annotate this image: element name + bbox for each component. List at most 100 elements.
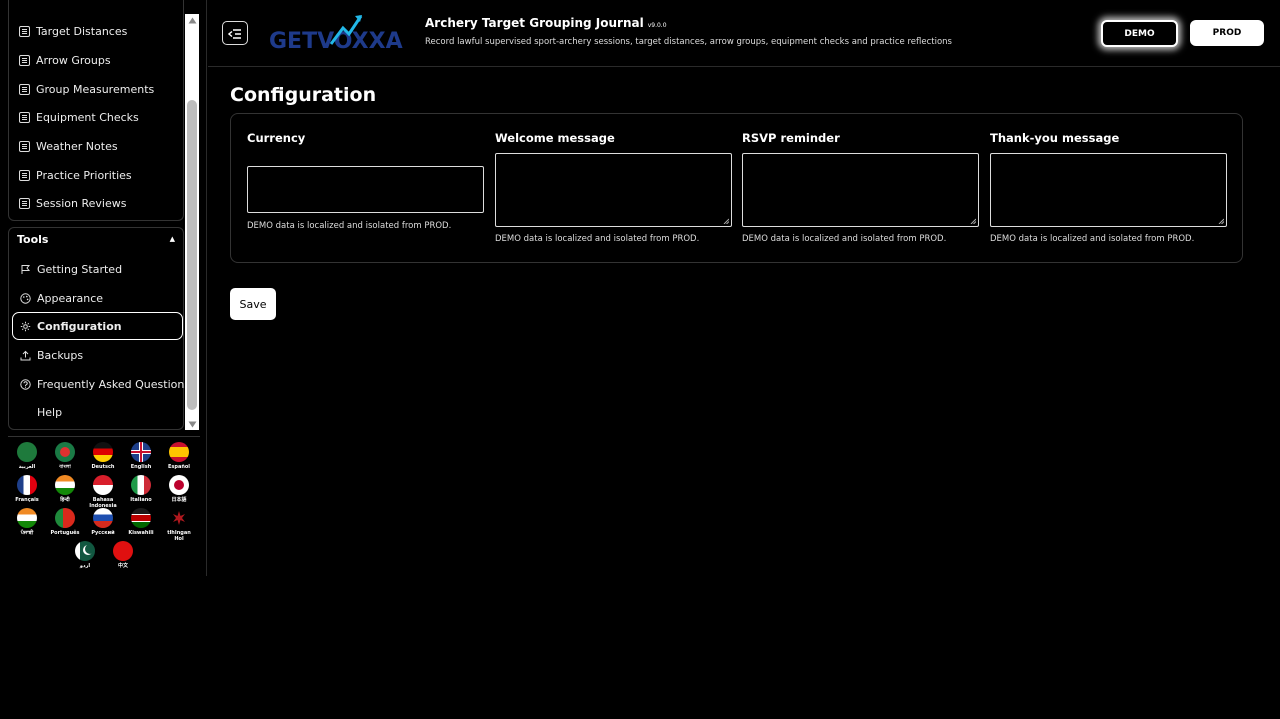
upload-icon [19,349,31,361]
caret-up-icon: ▲ [169,235,175,243]
list-icon [18,54,30,66]
flag-fr-icon [17,475,37,495]
language-german[interactable]: Deutsch [88,442,118,470]
resize-grip-icon[interactable] [723,218,729,224]
tools-item-backups[interactable]: Backups [19,343,83,367]
language-russian[interactable]: Русский [88,508,118,536]
language-hindi[interactable]: हिन्दी [50,475,80,503]
env-prod-button[interactable]: PROD [1190,20,1264,46]
flag-cn-icon [113,541,133,561]
env-demo-button[interactable]: DEMO [1101,20,1178,47]
list-icon [18,169,30,181]
language-spanish[interactable]: Español [164,442,194,470]
palette-icon [19,292,31,304]
language-portuguese[interactable]: Português [50,508,80,536]
language-swahili[interactable]: Kiswahili [126,508,156,536]
flag-pt-icon [55,508,75,528]
tools-item-label: Configuration [37,319,122,333]
app-description: Record lawful supervised sport-archery s… [425,37,952,47]
tools-item-getting-started[interactable]: Getting Started [19,257,122,281]
currency-label: Currency [247,131,306,145]
tools-item-faq[interactable]: Frequently Asked Questions [19,372,190,396]
tools-item-appearance[interactable]: Appearance [19,286,103,310]
tools-heading: Tools [17,233,49,246]
flag-in-icon [17,508,37,528]
list-icon [18,197,30,209]
sidebar-item-label: Arrow Groups [36,53,111,67]
sidebar-item-label: Equipment Checks [36,110,139,124]
language-punjabi[interactable]: ਪੰਜਾਬੀ [12,508,42,536]
welcome-message-field[interactable] [496,154,731,226]
flag-bd-icon [55,442,75,462]
language-english[interactable]: English [126,442,156,470]
tools-item-configuration[interactable]: Configuration [12,312,183,340]
scroll-down-arrow-icon[interactable] [185,418,199,430]
collapse-menu-icon [227,24,242,43]
sidebar-item-arrow-groups[interactable]: Arrow Groups [18,48,111,72]
page-title: Configuration [230,84,377,106]
rsvp-reminder-textarea[interactable] [742,153,979,227]
language-klingon[interactable]: tlhIngan Hol [164,508,194,542]
language-bangla[interactable]: বাংলা [50,442,80,470]
list-icon [18,83,30,95]
app-logo: GETVOXXA [269,14,411,54]
flag-it-icon [131,475,151,495]
klingon-emblem-icon [169,508,189,528]
language-french[interactable]: Français [12,475,42,503]
language-japanese[interactable]: 日本語 [164,475,194,503]
tools-item-help[interactable]: Help [19,400,62,424]
thank-you-message-textarea[interactable] [990,153,1227,227]
sidebar-item-label: Session Reviews [36,196,127,210]
flag-in-icon [55,475,75,495]
sidebar-item-weather-notes[interactable]: Weather Notes [18,134,118,158]
app-header: GETVOXXA Archery Target Grouping Journal… [208,0,1280,67]
resize-grip-icon[interactable] [970,218,976,224]
language-indonesian[interactable]: Bahasa Indonesia [88,475,118,509]
welcome-message-textarea[interactable] [495,153,732,227]
sidebar-item-label: Target Distances [36,24,128,38]
welcome-message-label: Welcome message [495,131,615,145]
sidebar-item-label: Weather Notes [36,139,118,153]
sidebar-group-tools: Tools ▲ Getting Started Appearance Confi… [8,227,190,430]
flag-es-icon [169,442,189,462]
sidebar-item-practice-priorities[interactable]: Practice Priorities [18,163,132,187]
tools-item-label: Appearance [37,291,104,305]
flag-pk-icon [75,541,95,561]
save-button[interactable]: Save [230,288,276,320]
language-italian[interactable]: Italiano [126,475,156,503]
blank-icon [19,406,31,418]
flag-de-icon [93,442,113,462]
sidebar-item-session-reviews[interactable]: Session Reviews [18,191,126,215]
collapse-sidebar-button[interactable] [222,21,248,45]
thank-you-message-field[interactable] [991,154,1226,226]
flag-icon [19,263,31,275]
resize-grip-icon[interactable] [1218,218,1224,224]
flag-ke-icon [131,508,151,528]
sidebar-scrollbar[interactable] [185,14,199,430]
currency-input-field[interactable] [248,167,483,212]
flag-sa-icon [17,442,37,462]
sidebar-divider [8,436,200,437]
rsvp-reminder-field[interactable] [743,154,978,226]
flag-id-icon [93,475,113,495]
flag-jp-icon [169,475,189,495]
list-icon [18,140,30,152]
scrollbar-thumb[interactable] [187,100,197,410]
flag-gb-icon [131,442,151,462]
welcome-message-hint: DEMO data is localized and isolated from… [495,234,700,244]
rsvp-reminder-label: RSVP reminder [742,131,840,145]
tools-header[interactable]: Tools ▲ [17,233,175,246]
language-chinese[interactable]: 中文 [108,541,138,569]
sidebar-item-target-distances[interactable]: Target Distances [18,19,127,43]
tools-item-label: Getting Started [37,262,123,276]
sidebar-item-equipment-checks[interactable]: Equipment Checks [18,105,139,129]
app-title-text: Archery Target Grouping Journal [425,16,644,30]
scroll-up-arrow-icon[interactable] [185,14,199,26]
sidebar-item-group-measurements[interactable]: Group Measurements [18,77,154,101]
app-title: Archery Target Grouping Journal v9.0.0 [425,16,667,30]
gear-icon [19,320,31,332]
language-urdu[interactable]: اردو [70,541,100,569]
currency-input[interactable] [247,166,484,213]
thank-you-message-hint: DEMO data is localized and isolated from… [990,234,1195,244]
language-arabic[interactable]: العربية [12,442,42,470]
